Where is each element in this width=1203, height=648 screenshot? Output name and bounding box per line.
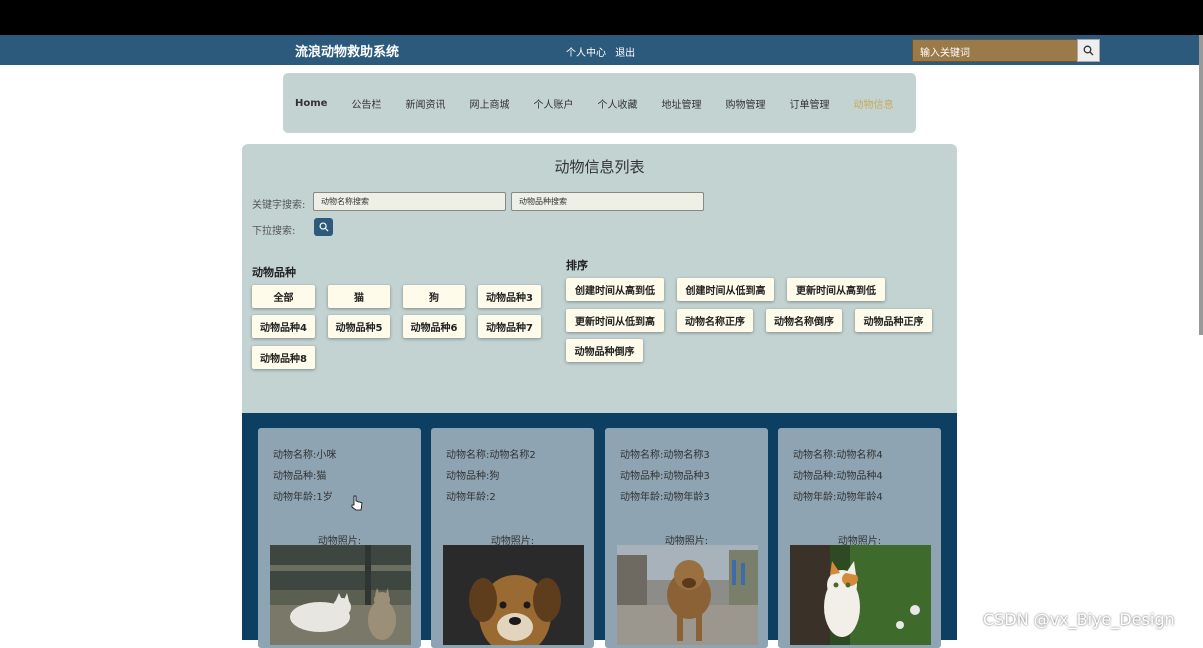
animal-card[interactable]: 动物名称:动物名称2 动物品种:狗 动物年龄:2 动物照片: [431, 428, 594, 648]
animal-photo[interactable] [270, 545, 411, 645]
breed-chip-dog[interactable]: 狗 [403, 285, 465, 308]
animal-name: 动物名称:动物名称2 [446, 450, 536, 461]
animal-photo[interactable] [617, 545, 758, 645]
header-search-button[interactable] [1077, 39, 1100, 62]
mouse-cursor-icon [351, 495, 363, 515]
breed-chip-all[interactable]: 全部 [252, 285, 315, 308]
dropdown-search-label: 下拉搜索: [252, 226, 296, 237]
sort-created-desc[interactable]: 创建时间从高到低 [566, 278, 664, 301]
breed-chip-cat[interactable]: 猫 [328, 285, 390, 308]
breed-chip-5[interactable]: 动物品种5 [328, 315, 390, 338]
animal-breed: 动物品种:狗 [446, 471, 500, 482]
animal-breed: 动物品种:动物品种3 [620, 471, 710, 482]
keyword-search-label: 关键字搜索: [252, 200, 306, 211]
site-header: 流浪动物救助系统 个人中心 退出 输入关键词 [0, 35, 1203, 65]
user-center-link[interactable]: 个人中心 [566, 48, 606, 59]
breed-chip-7[interactable]: 动物品种7 [478, 315, 541, 338]
animal-age: 动物年龄:动物年龄3 [620, 492, 710, 503]
breed-chip-8[interactable]: 动物品种8 [252, 346, 315, 369]
breed-filter-title: 动物品种 [252, 266, 296, 279]
breed-chip-3[interactable]: 动物品种3 [478, 285, 541, 308]
nav-item-shop[interactable]: 网上商城 [469, 96, 509, 111]
nav-item-favorites[interactable]: 个人收藏 [597, 96, 637, 111]
animal-card[interactable]: 动物名称:动物名称4 动物品种:动物品种4 动物年龄:动物年龄4 动物照片: [778, 428, 941, 648]
sort-breed-asc[interactable]: 动物品种正序 [855, 309, 932, 332]
animal-photo[interactable] [790, 545, 931, 645]
sort-updated-asc[interactable]: 更新时间从低到高 [566, 309, 664, 332]
page-title: 动物信息列表 [554, 158, 645, 176]
nav-item-animals[interactable]: 动物信息 [853, 96, 893, 111]
main-nav: Home 公告栏 新闻资讯 网上商城 个人账户 个人收藏 地址管理 购物管理 订… [283, 73, 916, 133]
nav-item-orders[interactable]: 订单管理 [789, 96, 829, 111]
sort-name-asc[interactable]: 动物名称正序 [677, 309, 753, 332]
animal-breed: 动物品种:猫 [273, 471, 327, 482]
window-top-bar [0, 0, 1203, 35]
animal-age: 动物年龄:动物年龄4 [793, 492, 883, 503]
animal-breed-search-input[interactable]: 动物品种搜索 [511, 192, 704, 211]
nav-item-home[interactable]: Home [295, 98, 327, 109]
animal-name-search-input[interactable]: 动物名称搜索 [313, 192, 506, 211]
header-search-input[interactable]: 输入关键词 [912, 39, 1078, 62]
breed-chip-4[interactable]: 动物品种4 [252, 315, 315, 338]
search-icon [319, 222, 329, 232]
page-scrollbar[interactable] [1199, 35, 1203, 335]
animal-age: 动物年龄:1岁 [273, 492, 333, 503]
breed-chip-6[interactable]: 动物品种6 [403, 315, 465, 338]
animal-name: 动物名称:动物名称4 [793, 450, 883, 461]
nav-item-cart[interactable]: 购物管理 [725, 96, 765, 111]
nav-item-address[interactable]: 地址管理 [661, 96, 701, 111]
animal-card[interactable]: 动物名称:小咪 动物品种:猫 动物年龄:1岁 动物照片: [258, 428, 421, 648]
user-links: 个人中心 退出 [566, 44, 641, 59]
search-icon [1083, 45, 1094, 56]
animal-breed: 动物品种:动物品种4 [793, 471, 883, 482]
nav-item-notice[interactable]: 公告栏 [351, 96, 381, 111]
nav-item-account[interactable]: 个人账户 [533, 96, 573, 111]
logout-link[interactable]: 退出 [615, 48, 635, 59]
animal-name: 动物名称:动物名称3 [620, 450, 710, 461]
animal-age: 动物年龄:2 [446, 492, 496, 503]
animal-card[interactable]: 动物名称:动物名称3 动物品种:动物品种3 动物年龄:动物年龄3 动物照片: [605, 428, 768, 648]
watermark: CSDN @vx_Biye_Design [983, 610, 1175, 629]
dropdown-search-button[interactable] [314, 218, 333, 236]
site-title: 流浪动物救助系统 [295, 45, 400, 60]
nav-item-news[interactable]: 新闻资讯 [405, 96, 445, 111]
sort-breed-desc[interactable]: 动物品种倒序 [566, 339, 643, 362]
animal-name: 动物名称:小咪 [273, 450, 337, 461]
animal-card-list: 动物名称:小咪 动物品种:猫 动物年龄:1岁 动物照片: 动物名称:动物名称2 … [242, 413, 957, 648]
sort-created-asc[interactable]: 创建时间从低到高 [677, 278, 774, 301]
sort-name-desc[interactable]: 动物名称倒序 [766, 309, 842, 332]
sort-title: 排序 [566, 259, 588, 272]
sort-updated-desc[interactable]: 更新时间从高到低 [787, 278, 885, 301]
animal-photo[interactable] [443, 545, 584, 645]
